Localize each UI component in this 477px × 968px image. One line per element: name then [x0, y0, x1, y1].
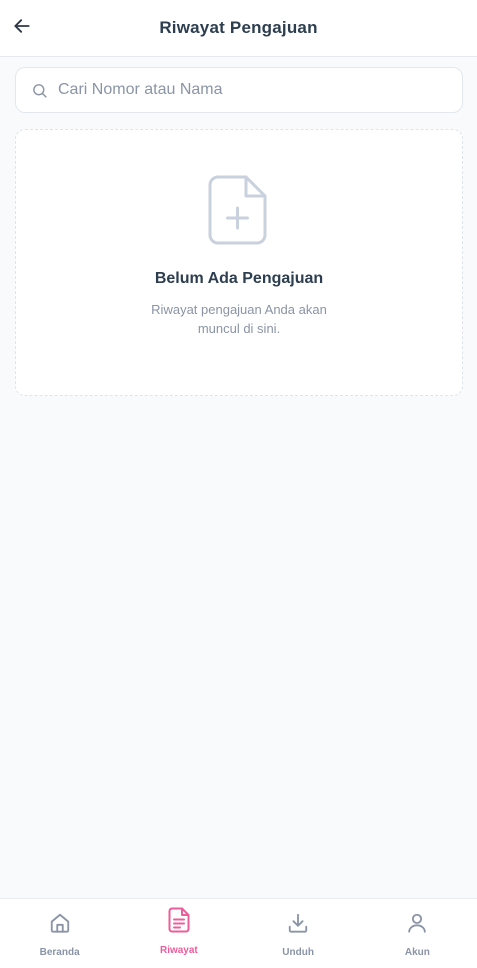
app-root: Riwayat Pengajuan Belum Ada Pengajuan Ri… — [0, 0, 477, 968]
download-icon — [286, 911, 310, 935]
nav-label-beranda: Beranda — [39, 947, 80, 958]
page-title: Riwayat Pengajuan — [159, 18, 318, 37]
search-bar[interactable] — [15, 67, 463, 113]
nav-label-akun: Akun — [404, 947, 430, 958]
search-input[interactable] — [58, 81, 438, 99]
header-bar: Riwayat Pengajuan — [0, 0, 477, 57]
home-icon — [48, 911, 72, 935]
nav-label-riwayat: Riwayat — [159, 945, 198, 956]
empty-state-title: Belum Ada Pengajuan — [154, 270, 324, 287]
nav-item-unduh[interactable]: Unduh — [239, 899, 358, 968]
empty-state-card: Belum Ada Pengajuan Riwayat pengajuan An… — [15, 129, 463, 396]
nav-item-riwayat[interactable]: Riwayat — [119, 899, 238, 968]
nav-item-beranda[interactable]: Beranda — [0, 899, 119, 968]
arrow-left-icon — [12, 16, 32, 41]
user-icon — [405, 911, 429, 935]
empty-state-subtitle: Riwayat pengajuan Anda akan muncul di si… — [151, 302, 327, 336]
nav-item-akun[interactable]: Akun — [358, 899, 477, 968]
nav-label-unduh: Unduh — [282, 947, 314, 958]
document-icon — [167, 907, 191, 933]
file-plus-icon — [208, 174, 270, 246]
bottom-navigation: Beranda Riwayat Unduh Akun — [0, 898, 477, 968]
back-button[interactable] — [6, 12, 38, 44]
search-icon — [30, 81, 48, 99]
